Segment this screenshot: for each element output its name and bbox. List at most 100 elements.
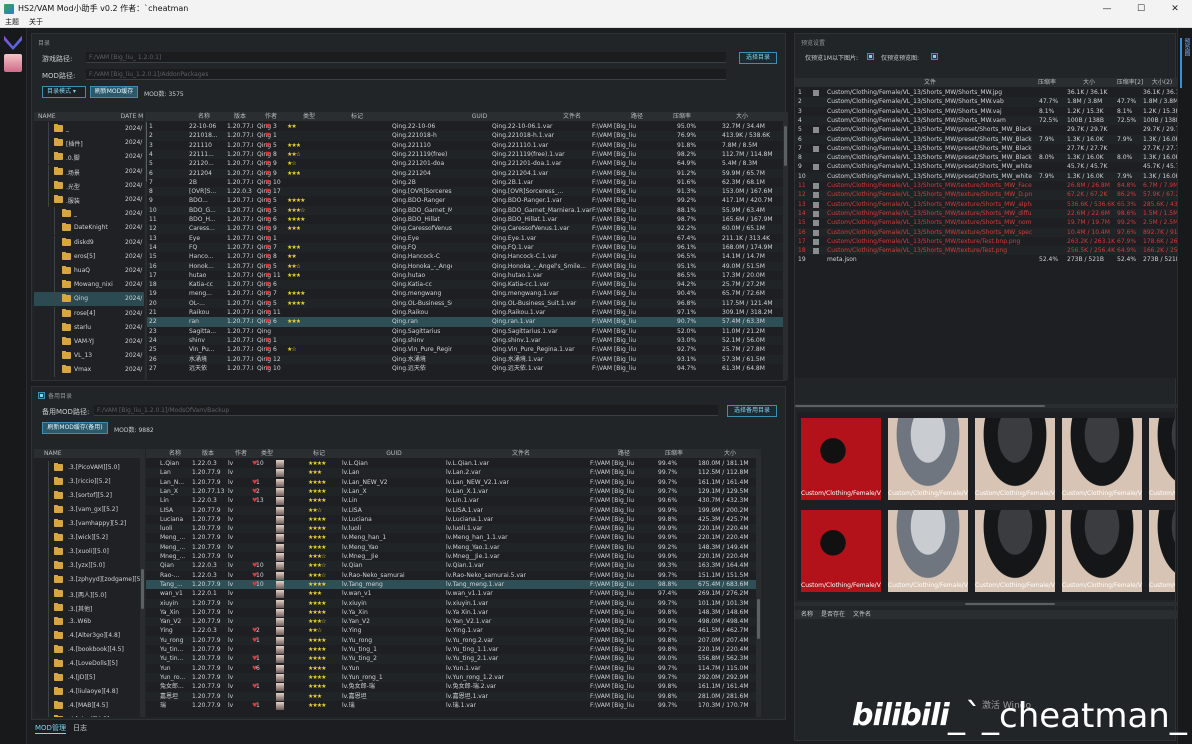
tree-item[interactable]: huaQ 2024/ — [34, 264, 144, 278]
table-row[interactable]: 5 22120... 1.20.77.8 Qing ♥ 9 ★☆ Qing.221201-do… — [147, 159, 783, 168]
table-row[interactable]: 13 Eye 1.20.77.8 Qing ♥ 1 Qing.Eye Qing.Eye.1.v… — [147, 234, 783, 243]
preview-thumbnail[interactable]: Custom/Clothing/Female/VI — [975, 418, 1055, 500]
backup-table-col-filename[interactable]: 文件名 — [491, 449, 551, 458]
backup-table-row[interactable]: Tang_... 1.20.77.9 lv ♥ 10 ★★★★ lv.Tang_meng lv… — [146, 579, 756, 590]
table-row[interactable]: 2 221018... 1.20.77.8 Qing ♥ 1 Qing.221018-h Qi… — [147, 131, 783, 141]
backup-table-row[interactable]: Qian 1.22.0.3 lv ♥ 10 ★★★☆ lv.Qian lv.Qian.1.va… — [146, 561, 756, 571]
archive-row[interactable]: 17 Custom/Clothing/Female/VL_13/Shorts_MW… — [795, 237, 1177, 246]
preview-thumbs-only-checkbox[interactable] — [931, 53, 938, 60]
vam-logo-icon[interactable] — [4, 35, 22, 50]
backup-table-col-path[interactable]: 路径 — [604, 449, 644, 458]
backup-table-row[interactable]: Yu_tin... 1.20.77.9 lv ★★★★ lv.Yu_ting_1 lv.Y… — [146, 645, 756, 654]
choose-backup-dir-button[interactable]: 选择备用目录 — [727, 405, 777, 417]
close-button[interactable]: ✕ — [1158, 0, 1192, 17]
maximize-button[interactable]: ☐ — [1124, 0, 1158, 17]
mod-table-scrollbar[interactable] — [783, 112, 788, 380]
gallery-hscroll[interactable] — [795, 602, 1177, 606]
backup-table-col-guid[interactable]: GUID — [374, 449, 414, 458]
table-row[interactable]: 24 shinv 1.20.77.8 Qing ♥ 1 Qing.shinv Qing.shi… — [147, 335, 783, 346]
tree-item[interactable]: .服装 2024/ — [34, 193, 144, 207]
table-col-version[interactable]: 版本 — [227, 112, 253, 121]
backup-tree-item[interactable]: .3.[wick][5.2] — [34, 531, 142, 545]
preview-thumbnail[interactable]: Custom/Clothing/Female/VI — [1062, 510, 1142, 592]
game-path-input[interactable]: F:/VAM [Big_liu_ 1.2.0.1] — [86, 52, 726, 63]
backup-table-row[interactable]: Yun 1.20.77.9 lv ♥ 6 ★★★★ lv.Yun lv.Yun.1.var F:… — [146, 664, 756, 673]
tree-item[interactable]: VL_13 2024/ — [34, 349, 144, 364]
backup-tree-item[interactable]: .3.[xuoli][5.0] — [34, 545, 142, 559]
preview-thumbnail[interactable]: Custom/Clothing/Female/VI — [1149, 418, 1175, 500]
backup-tree-item[interactable]: .3.[PicoVAM][5.0] — [34, 461, 142, 475]
tree-item[interactable]: Vmax 2024/ — [34, 363, 144, 378]
archive-row[interactable]: 8 Custom/Clothing/Female/VL_13/Shorts_MW/… — [795, 153, 1177, 163]
backup-tree-item[interactable]: .3.[zphyyd][zodgame][5.2] — [34, 573, 142, 587]
tree-item[interactable]: starlu 2024/ — [34, 320, 144, 335]
tree-item[interactable]: eros[5] 2024/ — [34, 249, 144, 264]
archive-row[interactable]: 13 Custom/Clothing/Female/VL_13/Shorts_MW… — [795, 200, 1177, 209]
mod-path-input[interactable]: F:/VAM [Big_liu_1.2.0.1]/AddonPackages — [86, 69, 726, 80]
backup-table-col-author[interactable]: 作者 — [230, 449, 252, 458]
table-row[interactable]: 9 BDO... 1.20.77.8 Qing ♥ 5 ★★★★ Qing.BDO-Range… — [147, 196, 783, 205]
tree-item[interactable]: .光型 2024/ — [34, 178, 144, 193]
folder-tree[interactable]: NAME DATE M _ 2024/ [插件] 2024/ .0.脚 2024/ .场景 2… — [34, 112, 144, 380]
backup-table-col-version[interactable]: 版本 — [194, 449, 222, 458]
tree-item[interactable]: _ 2024/ — [34, 122, 144, 136]
tree-col-date[interactable]: DATE M — [120, 112, 144, 121]
table-col-path[interactable]: 路径 — [617, 112, 657, 121]
backup-tree-item[interactable]: .3.[vam_gx][5.2] — [34, 503, 142, 517]
backup-table-row[interactable]: Mneg_... 1.20.77.9 lv ★★★☆ lv.Mneg__Jie lv.Mn… — [146, 552, 756, 561]
preview-thumbnail[interactable]: Custom/Clothing/Female/VI — [1149, 510, 1175, 592]
table-col-filename[interactable]: 文件名 — [532, 112, 612, 121]
backup-tree-item[interactable]: .3.[sortof][5.2] — [34, 489, 142, 503]
archive-row[interactable]: 2 Custom/Clothing/Female/VL_13/Shorts_MW/… — [795, 97, 1177, 107]
mod-table[interactable]: 名称 版本 作者 类型 标记 GUID 文件名 路径 压缩率 大小 1 22-10-06 1.20.7… — [147, 112, 783, 380]
backup-tree-item[interactable]: .4.[LoveDolls][5] — [34, 657, 142, 671]
dir-mode-select[interactable]: 目录模式 ▾ — [42, 86, 86, 98]
preview-thumbnail[interactable]: Custom/Clothing/Female/VI — [975, 510, 1055, 592]
archive-row[interactable]: 15 Custom/Clothing/Female/VL_13/Shorts_MW… — [795, 218, 1177, 227]
col-file[interactable]: 文件 — [895, 78, 965, 87]
table-row[interactable]: 11 BDO_H... 1.20.77.8 Qing ♥ 6 ★★★★ Qing.BDO_Hi… — [147, 215, 783, 224]
table-row[interactable]: 17 hutao 1.20.77.8 Qing ♥ 11 ★★★ Qing.hutao Qing… — [147, 271, 783, 280]
menu-about[interactable]: 关于 — [24, 17, 48, 27]
refresh-mod-cache-button[interactable]: 刷新MOD缓存 — [90, 86, 138, 98]
table-col-guid[interactable]: GUID — [432, 112, 527, 121]
table-row[interactable]: 22 ran 1.20.77.8 Qing ♥ 6 ★★★ Qing.ran Qing.ran.… — [147, 317, 783, 327]
backup-table-row[interactable]: Meng_... 1.20.77.9 lv ★★★★ lv.Meng_Yao lv.Men… — [146, 542, 756, 552]
col-size[interactable]: 大小 — [1067, 78, 1111, 87]
backup-table-row[interactable]: Yu_tin... 1.20.77.9 lv ♥ 1 ★★★★ lv.Yu_ting_2 lv… — [146, 654, 756, 664]
table-row[interactable]: 26 水涌境 1.20.77.8 Qing ♥ 12 Qing.水涌境 Qing.水涌境.1.… — [147, 354, 783, 364]
archive-row[interactable]: 16 Custom/Clothing/Female/VL_13/Shorts_MW… — [795, 227, 1177, 237]
tree-item[interactable]: Mowang_nixi 2024/ — [34, 278, 144, 293]
tree-item[interactable]: diskd9 2024/ — [34, 235, 144, 250]
tree-item[interactable]: VAM-YJ 2024/ — [34, 335, 144, 349]
backup-tree-item[interactable]: .4.[MAB][4.5] — [34, 699, 142, 713]
table-row[interactable]: 3 221110 1.20.77.8 Qing ♥ 5 ★★★ Qing.221110 Qing… — [147, 141, 783, 150]
backup-folder-tree[interactable]: NAME .3.[PicoVAM][5.0] .3.[riccio][5.2] .3… — [34, 449, 142, 717]
table-row[interactable]: 14 FQ 1.20.77.8 Qing ♥ 7 ★★★ Qing.FQ Qing.FQ.1.v… — [147, 242, 783, 253]
thumbnail-gallery[interactable]: Custom/Clothing/Female/VI Custom/Clothing… — [797, 412, 1175, 600]
tree-item[interactable]: _ 2024/ — [34, 207, 144, 222]
archive-row[interactable]: 5 Custom/Clothing/Female/VL_13/Shorts_MW/… — [795, 125, 1177, 134]
backup-table-row[interactable]: wan_v1 1.22.0.1 lv ★★★ lv.wan_v1 lv.wan_v1.1.… — [146, 589, 756, 599]
hs2-logo-icon[interactable] — [4, 54, 22, 72]
table-row[interactable]: 18 Katia-cc 1.20.77.8 Qing ♥ 6 Qing.Katia-cc Qi… — [147, 280, 783, 290]
backup-table-col-name[interactable]: 名称 — [160, 449, 190, 458]
preview-thumbnail[interactable]: Custom/Clothing/Female/VI — [888, 418, 968, 500]
table-row[interactable]: 15 Hanco... 1.20.77.8 Qing ♥ 8 ★★ Qing.Hancock-… — [147, 252, 783, 261]
table-row[interactable]: 7 2B 1.20.77.8 Qing ♥ 10 Qing.2B Qing.2B.1.var F… — [147, 178, 783, 187]
backup-tree-item[interactable]: .4.[liulaoye][4.8] — [34, 685, 142, 699]
archive-row[interactable]: 1 Custom/Clothing/Female/VL_13/Shorts_MW/… — [795, 88, 1177, 97]
archive-row[interactable]: 10 Custom/Clothing/Female/VL_13/Shorts_MW… — [795, 171, 1177, 181]
archive-row[interactable]: 19 meta.json 52.4% 273B / 521B 52.4% 273B / 5… — [795, 255, 1177, 264]
col-size2[interactable]: 大小(2) — [1147, 78, 1177, 87]
table-row[interactable]: 12 Caress... 1.20.77.8 Qing ♥ 9 ★★★ Qing.Caress… — [147, 224, 783, 234]
backup-table-row[interactable]: L.Qian 1.22.0.3 lv ♥ 10 ★★★★ lv.L.Qian lv.L.Qia… — [146, 459, 756, 468]
table-col-mark[interactable]: 标记 — [332, 112, 382, 121]
backup-tree-item[interactable]: .3..W6b — [34, 615, 142, 629]
table-col-author[interactable]: 作者 — [257, 112, 285, 121]
table-row[interactable]: 1 22-10-06 1.20.77.8 Qing ♥ 3 ★★ Qing.22-10-06 Q… — [147, 122, 783, 131]
col-ratio[interactable]: 压缩率 — [1035, 78, 1059, 87]
archive-row[interactable]: 4 Custom/Clothing/Female/VL_13/Shorts_MW/… — [795, 115, 1177, 126]
table-row[interactable]: 23 Sagitta... 1.20.77.8 Qing Qing.Sagittariu… — [147, 327, 783, 336]
backup-tree-col-name[interactable]: NAME — [44, 449, 84, 458]
